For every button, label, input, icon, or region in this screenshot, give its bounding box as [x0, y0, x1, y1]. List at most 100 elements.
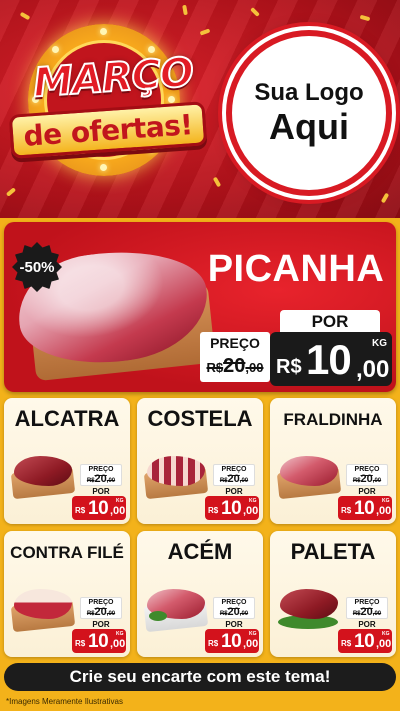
- old-price-decimal: ,00: [239, 611, 249, 617]
- confetti: [359, 14, 371, 22]
- product-card-fraldinha[interactable]: FRALDINHA PREÇO R$20,00 POR R$ 10 ,00 KG: [270, 398, 396, 524]
- price-unit: KG: [116, 498, 124, 504]
- image-disclaimer: *Imagens Meramente Ilustrativas: [6, 697, 123, 706]
- por-label: POR: [358, 620, 376, 629]
- por-label: POR: [92, 620, 110, 629]
- product-card-acem[interactable]: ACÉM PREÇO R$20,00 POR R$ 10 ,00 KG: [137, 531, 263, 657]
- old-price-integer: 20: [360, 473, 373, 485]
- price-decimal: ,00: [110, 638, 126, 650]
- por-label: POR: [358, 487, 376, 496]
- costela-image: [147, 456, 205, 486]
- price-integer: 10: [221, 631, 242, 652]
- old-price-value: R$20,00: [81, 607, 121, 620]
- price-tag: R$ 10 ,00 KG: [205, 496, 259, 520]
- old-price-decimal: ,00: [106, 611, 116, 617]
- old-price-box: PREÇO R$20,00: [346, 464, 388, 486]
- campaign-title: MARÇO: [31, 48, 196, 107]
- old-price-currency: R$: [219, 611, 228, 617]
- price-unit: KG: [116, 631, 124, 637]
- price-currency: R$: [208, 506, 219, 515]
- old-price-integer: 20: [227, 473, 240, 485]
- old-price-value: R$20,00: [207, 355, 264, 378]
- paleta-image: [280, 589, 338, 619]
- price-unit: KG: [249, 498, 257, 504]
- old-price-box: PREÇO R$20,00: [80, 464, 122, 486]
- light-bulb: [52, 46, 59, 53]
- campaign-subtitle: de ofertas!: [22, 107, 194, 153]
- alcatra-image: [14, 456, 72, 486]
- price-unit: KG: [249, 631, 257, 637]
- old-price-currency: R$: [352, 611, 361, 617]
- logo-text-line2: Aqui: [269, 106, 349, 147]
- contra-file-image: [14, 589, 72, 619]
- old-price-integer: 20: [227, 606, 240, 618]
- product-name: CONTRA FILÉ: [10, 543, 124, 562]
- price-integer: 10: [221, 498, 242, 519]
- price-tag: R$ 10 ,00 KG: [338, 496, 392, 520]
- featured-price-tag: R$ 10 ,00 KG: [270, 332, 392, 386]
- old-price-integer: 20: [94, 606, 107, 618]
- price-tag: R$ 10 ,00 KG: [338, 629, 392, 653]
- price-tag: R$ 10 ,00 KG: [205, 629, 259, 653]
- price-tag: R$ 10 ,00 KG: [72, 496, 126, 520]
- create-flyer-button[interactable]: Crie seu encarte com este tema!: [4, 663, 396, 691]
- confetti: [199, 28, 211, 36]
- product-card-costela[interactable]: COSTELA PREÇO R$20,00 POR R$ 10 ,00 KG: [137, 398, 263, 524]
- product-card-contra-file[interactable]: CONTRA FILÉ PREÇO R$20,00 POR R$ 10 ,00 …: [4, 531, 130, 657]
- por-label: POR: [225, 487, 243, 496]
- price-decimal: ,00: [376, 638, 392, 650]
- price-currency: R$: [208, 639, 219, 648]
- old-price-value: R$20,00: [214, 607, 254, 620]
- featured-product-card[interactable]: -50% PICANHA PREÇO R$20,00 POR R$ 10 ,00…: [4, 222, 396, 392]
- old-price-value: R$20,00: [214, 474, 254, 487]
- price-currency: R$: [75, 639, 86, 648]
- price-integer: 10: [88, 631, 109, 652]
- price-integer: 10: [354, 498, 375, 519]
- product-name: COSTELA: [147, 406, 253, 431]
- old-price-decimal: ,00: [245, 360, 264, 375]
- price-decimal: ,00: [110, 505, 126, 517]
- product-card-paleta[interactable]: PALETA PREÇO R$20,00 POR R$ 10 ,00 KG: [270, 531, 396, 657]
- old-price-integer: 20: [94, 473, 107, 485]
- old-price-decimal: ,00: [239, 478, 249, 484]
- confetti: [19, 11, 31, 21]
- old-price-label: PREÇO: [210, 335, 260, 351]
- product-name: ALCATRA: [14, 406, 120, 431]
- confetti: [380, 192, 390, 204]
- price-unit: KG: [382, 498, 390, 504]
- price-decimal: ,00: [376, 505, 392, 517]
- price-decimal: ,00: [243, 505, 259, 517]
- header-banner: MARÇO de ofertas! Sua Logo Aqui: [0, 0, 400, 218]
- old-price-value: R$20,00: [347, 474, 387, 487]
- price-currency: R$: [75, 506, 86, 515]
- herb-garnish: [149, 611, 167, 621]
- old-price-currency: R$: [86, 478, 95, 484]
- price-integer: 10: [306, 336, 352, 383]
- old-price-integer: 20: [360, 606, 373, 618]
- price-currency: R$: [341, 639, 352, 648]
- product-name: ACÉM: [167, 539, 233, 564]
- price-unit: KG: [372, 338, 387, 349]
- product-card-alcatra[interactable]: ALCATRA PREÇO R$20,00 POR R$ 10 ,00 KG: [4, 398, 130, 524]
- old-price-box: PREÇO R$20,00: [200, 332, 270, 382]
- old-price-box: PREÇO R$20,00: [346, 597, 388, 619]
- logo-text-line1: Sua Logo: [254, 79, 364, 106]
- old-price-box: PREÇO R$20,00: [80, 597, 122, 619]
- light-bulb: [100, 28, 107, 35]
- price-tag: R$ 10 ,00 KG: [72, 629, 126, 653]
- price-currency: R$: [341, 506, 352, 515]
- price-decimal: ,00: [243, 638, 259, 650]
- old-price-decimal: ,00: [372, 478, 382, 484]
- featured-product-name: PICANHA: [207, 248, 385, 290]
- old-price-value: R$20,00: [347, 607, 387, 620]
- confetti: [250, 7, 260, 17]
- old-price-integer: 20: [223, 355, 246, 377]
- confetti: [5, 187, 17, 197]
- price-unit: KG: [382, 631, 390, 637]
- fraldinha-image: [280, 456, 338, 486]
- por-label: POR: [225, 620, 243, 629]
- logo-placeholder[interactable]: Sua Logo Aqui: [226, 30, 392, 196]
- old-price-currency: R$: [219, 478, 228, 484]
- light-bulb: [100, 164, 107, 171]
- price-integer: 10: [354, 631, 375, 652]
